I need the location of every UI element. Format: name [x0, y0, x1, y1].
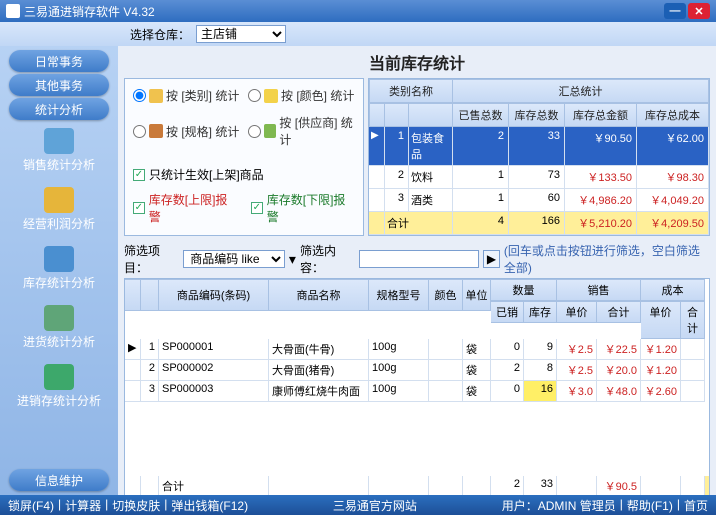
- check-active-only[interactable]: ✓只统计生效[上架]商品: [133, 166, 355, 183]
- nav-stats[interactable]: 统计分析: [9, 98, 109, 120]
- sb-lock[interactable]: 锁屏(F4): [8, 497, 54, 514]
- warehouse-label: 选择仓库：: [130, 26, 190, 43]
- sb-skin[interactable]: 切换皮肤: [112, 497, 160, 514]
- detail-total-row: 合计 2 33 ￥90.5: [125, 476, 709, 497]
- filter-bar: 筛选项目： 商品编码 like ▾ 筛选内容： ▶ (回车或点击按钮进行筛选，空…: [124, 242, 710, 276]
- toolbar: 选择仓库： 主店铺: [0, 22, 716, 46]
- status-bar: 锁屏(F4)| 计算器| 切换皮肤| 弹出钱箱(F12) 三易通官方网站 用户：…: [0, 495, 716, 515]
- sidebar-item-all[interactable]: 进销存统计分析: [9, 358, 109, 415]
- sb-help[interactable]: 帮助(F1): [627, 497, 673, 514]
- check-upper-alert[interactable]: ✓库存数[上限]报警: [133, 191, 237, 225]
- table-row[interactable]: 2SP000002大骨面(猪骨)100g袋28￥2.5￥20.0￥1.20: [125, 360, 709, 381]
- stat-options-panel: 按 [类别] 统计 按 [颜色] 统计 按 [规格] 统计 按 [供应商] 统计…: [124, 78, 364, 236]
- th-summary: 汇总统计: [453, 79, 709, 103]
- sb-user: 用户：ADMIN 管理员: [502, 497, 616, 514]
- radio-spec[interactable]: 按 [规格] 统计: [133, 114, 240, 148]
- coins-icon: [44, 187, 74, 213]
- sidebar-item-profit[interactable]: 经营利润分析: [9, 181, 109, 238]
- sidebar-item-sales[interactable]: 销售统计分析: [9, 122, 109, 179]
- warehouse-select[interactable]: 主店铺: [196, 25, 286, 43]
- titlebar: 三易通进销存软件 V4.32 — ✕: [0, 0, 716, 22]
- sb-calc[interactable]: 计算器: [65, 497, 101, 514]
- detail-table: 商品编码(条码) 商品名称 规格型号 颜色 单位 数量已销库存 销售单价合计 成…: [124, 278, 710, 498]
- nav-daily[interactable]: 日常事务: [9, 50, 109, 72]
- summary-table: 类别名称 汇总统计 已售总数 库存总数 库存总金额 库存总成本 ▶1包装食品23…: [368, 78, 710, 236]
- category-icon: [149, 89, 163, 103]
- app-icon: [6, 4, 20, 18]
- total-row: 合计4166￥5,210.20￥4,209.50: [369, 212, 709, 235]
- color-icon: [264, 89, 278, 103]
- chart-icon: [44, 128, 74, 154]
- sb-home[interactable]: 首页: [684, 497, 708, 514]
- table-row[interactable]: ▶1包装食品233￥90.50￥62.00: [369, 127, 709, 166]
- supplier-icon: [264, 124, 276, 138]
- sidebar-item-stock[interactable]: 库存统计分析: [9, 240, 109, 297]
- th-category: 类别名称: [369, 79, 453, 103]
- filter-go-button[interactable]: ▶: [483, 250, 500, 268]
- sidebar-item-purchase[interactable]: 进货统计分析: [9, 299, 109, 356]
- nav-other[interactable]: 其他事务: [9, 74, 109, 96]
- table-row[interactable]: 3SP000003康师傅红烧牛肉面100g袋016￥3.0￥48.0￥2.60: [125, 381, 709, 402]
- radio-supplier[interactable]: 按 [供应商] 统计: [248, 114, 355, 148]
- dropdown-icon[interactable]: ▾: [289, 251, 296, 268]
- sb-cash[interactable]: 弹出钱箱(F12): [171, 497, 248, 514]
- sidebar: 日常事务 其他事务 统计分析 销售统计分析 经营利润分析 库存统计分析 进货统计…: [0, 46, 118, 495]
- house-icon: [44, 246, 74, 272]
- radio-category[interactable]: 按 [类别] 统计: [133, 87, 240, 104]
- table-row[interactable]: 3酒类160￥4,986.20￥4,049.20: [369, 189, 709, 212]
- nav-info[interactable]: 信息维护: [9, 469, 109, 491]
- close-button[interactable]: ✕: [688, 3, 710, 19]
- truck-icon: [44, 305, 74, 331]
- table-row[interactable]: ▶1SP000001大骨面(牛骨)100g袋09￥2.5￥22.5￥1.20: [125, 339, 709, 360]
- filter-input[interactable]: [359, 250, 479, 268]
- filter-field-select[interactable]: 商品编码 like: [183, 250, 285, 268]
- content: 当前库存统计 按 [类别] 统计 按 [颜色] 统计 按 [规格] 统计 按 […: [118, 46, 716, 495]
- check-lower-alert[interactable]: ✓库存数[下限]报警: [251, 191, 355, 225]
- radio-color[interactable]: 按 [颜色] 统计: [248, 87, 355, 104]
- report-icon: [44, 364, 74, 390]
- spec-icon: [149, 124, 163, 138]
- window-title: 三易通进销存软件 V4.32: [24, 3, 155, 20]
- table-row[interactable]: 2饮料173￥133.50￥98.30: [369, 166, 709, 189]
- sb-site[interactable]: 三易通官方网站: [333, 497, 417, 514]
- minimize-button[interactable]: —: [664, 3, 686, 19]
- page-title: 当前库存统计: [118, 50, 716, 74]
